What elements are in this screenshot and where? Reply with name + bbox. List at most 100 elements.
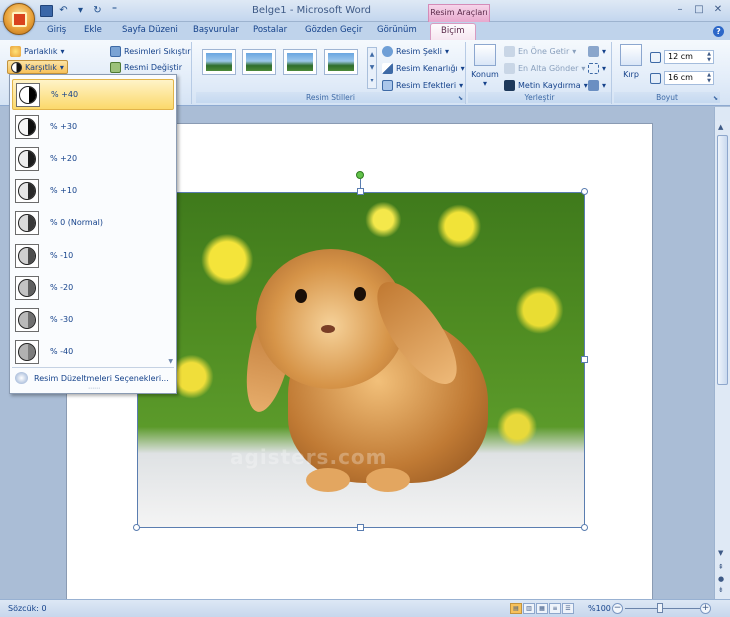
resize-handle-s[interactable]	[357, 524, 364, 531]
height-spinner[interactable]: ▲ ▼	[707, 51, 711, 63]
bring-to-front-button[interactable]: En Öne Getir ▾	[504, 44, 576, 58]
picture-shape-button[interactable]: Resim Şekli ▾	[382, 44, 449, 58]
customize-qat-icon[interactable]: ⁼	[108, 5, 121, 17]
window-controls: – □ ✕	[672, 3, 726, 17]
tab-review[interactable]: Gözden Geçir	[305, 25, 362, 35]
crop-button[interactable]: Kırp	[616, 44, 646, 79]
group-button[interactable]: ▾	[588, 61, 606, 75]
word-count[interactable]: Sözcük: 0	[8, 604, 47, 613]
align-button[interactable]: ▾	[588, 44, 606, 58]
next-page-icon[interactable]: ⇟	[718, 586, 724, 594]
contrast-option[interactable]: % 0 (Normal)	[12, 207, 174, 238]
tab-format[interactable]: Biçim	[430, 23, 476, 40]
zoom-slider-thumb[interactable]	[657, 603, 663, 613]
tab-insert[interactable]: Ekle	[84, 25, 102, 35]
dropdown-scroll-icon[interactable]: ▼	[168, 358, 173, 365]
contrast-option-label: % -20	[50, 283, 74, 292]
zoom-out-icon[interactable]: −	[612, 603, 623, 614]
zoom-level[interactable]: %100	[588, 604, 611, 613]
height-input[interactable]: 12 cm ▲ ▼	[664, 50, 714, 64]
help-icon[interactable]: ?	[713, 26, 724, 37]
styles-launcher-icon[interactable]: ⬊	[458, 95, 463, 102]
rabbit-paw-left	[306, 468, 350, 492]
rotate-button[interactable]: ▾	[588, 78, 606, 92]
tab-mailings[interactable]: Postalar	[253, 25, 287, 35]
full-screen-reading-icon[interactable]: ▥	[523, 603, 535, 614]
repeat-icon[interactable]: ↻	[91, 5, 104, 17]
web-layout-icon[interactable]: ▦	[536, 603, 548, 614]
outline-icon[interactable]: ≡	[549, 603, 561, 614]
contrast-label: Karşıtlık	[25, 62, 57, 72]
position-icon	[474, 44, 496, 66]
contrast-preview-icon	[16, 82, 40, 107]
scroll-up-icon[interactable]: ▲	[718, 123, 723, 131]
style-thumb-3[interactable]	[283, 49, 317, 75]
tab-page-layout[interactable]: Sayfa Düzeni	[122, 25, 178, 35]
position-button[interactable]: Konum ▾	[470, 44, 500, 88]
style-thumb-4[interactable]	[324, 49, 358, 75]
tab-home[interactable]: Giriş	[47, 25, 66, 35]
resize-handle-e[interactable]	[581, 356, 588, 363]
tab-references[interactable]: Başvurular	[193, 25, 239, 35]
contrast-option-label: % +40	[51, 90, 79, 99]
inserted-picture[interactable]: agisters.com	[137, 192, 585, 528]
office-button[interactable]	[3, 3, 35, 35]
scroll-thumb[interactable]	[717, 135, 728, 385]
rotate-icon	[588, 79, 599, 91]
contrast-option[interactable]: % -30	[12, 304, 174, 335]
picture-styles-group: ▲ ▼ ▾ Resim Şekli ▾ Resim Kenarlığı ▾ Resi…	[196, 42, 466, 104]
resize-handle-n[interactable]	[357, 188, 364, 195]
picture-border-button[interactable]: Resim Kenarlığı ▾	[382, 61, 465, 75]
save-icon[interactable]	[40, 5, 53, 17]
contrast-preview-icon	[15, 307, 39, 332]
contrast-option[interactable]: % -40	[12, 336, 174, 367]
watermark-text: agisters.com	[230, 445, 388, 469]
arrange-label: Yerleştir	[468, 92, 611, 103]
brightness-button[interactable]: Parlaklık ▾	[10, 44, 65, 58]
rotation-handle[interactable]	[356, 171, 364, 179]
text-wrapping-button[interactable]: Metin Kaydırma ▾	[504, 78, 588, 92]
size-launcher-icon[interactable]: ⬊	[713, 95, 718, 102]
contrast-option[interactable]: % +20	[12, 143, 174, 174]
resize-grip-icon[interactable]: ⋯⋯	[88, 385, 100, 392]
contrast-option[interactable]: % +30	[12, 111, 174, 142]
undo-dropdown-icon[interactable]: ▾	[74, 5, 87, 17]
change-picture-button[interactable]: Resmi Değiştir	[110, 60, 182, 74]
vertical-scrollbar[interactable]: ▲ ▼ ⇞ ● ⇟	[714, 121, 730, 599]
contrast-button[interactable]: Karşıtlık ▾	[7, 60, 68, 74]
contrast-option[interactable]: % +40	[12, 79, 174, 110]
picture-effects-button[interactable]: Resim Efektleri ▾	[382, 78, 463, 92]
tab-view[interactable]: Görünüm	[377, 25, 417, 35]
style-thumb-2[interactable]	[242, 49, 276, 75]
width-spinner[interactable]: ▲ ▼	[707, 72, 711, 84]
style-thumb-1[interactable]	[202, 49, 236, 75]
scroll-down-icon[interactable]: ▼	[718, 549, 723, 557]
draft-icon[interactable]: ☰	[562, 603, 574, 614]
contrast-preview-icon	[15, 146, 39, 171]
width-input[interactable]: 16 cm ▲ ▼	[664, 71, 714, 85]
maximize-icon[interactable]: □	[691, 3, 707, 17]
contrast-preview-icon	[15, 114, 39, 139]
minimize-icon[interactable]: –	[672, 3, 688, 17]
gallery-scroll[interactable]: ▲ ▼ ▾	[367, 47, 377, 89]
close-icon[interactable]: ✕	[710, 3, 726, 17]
compress-pictures-button[interactable]: Resimleri Sıkıştır	[110, 44, 190, 58]
rabbit-paw-right	[366, 468, 410, 492]
print-layout-icon[interactable]: ▤	[510, 603, 522, 614]
zoom-in-icon[interactable]: +	[700, 603, 711, 614]
resize-handle-ne[interactable]	[581, 188, 588, 195]
resize-handle-sw[interactable]	[133, 524, 140, 531]
contrast-option[interactable]: % -10	[12, 240, 174, 271]
send-to-back-button[interactable]: En Alta Gönder ▾	[504, 61, 585, 75]
contrast-option[interactable]: % -20	[12, 272, 174, 303]
width-icon	[650, 72, 661, 84]
ruler-toggle-icon[interactable]	[714, 107, 730, 121]
contrast-option[interactable]: % +10	[12, 175, 174, 206]
window-title: Belge1 - Microsoft Word	[252, 5, 372, 16]
browse-object-icon[interactable]: ●	[718, 575, 724, 583]
undo-icon[interactable]: ↶	[57, 5, 70, 17]
prev-page-icon[interactable]: ⇞	[718, 563, 724, 571]
resize-handle-se[interactable]	[581, 524, 588, 531]
contrast-option-label: % -30	[50, 315, 74, 324]
shape-icon	[382, 45, 393, 57]
